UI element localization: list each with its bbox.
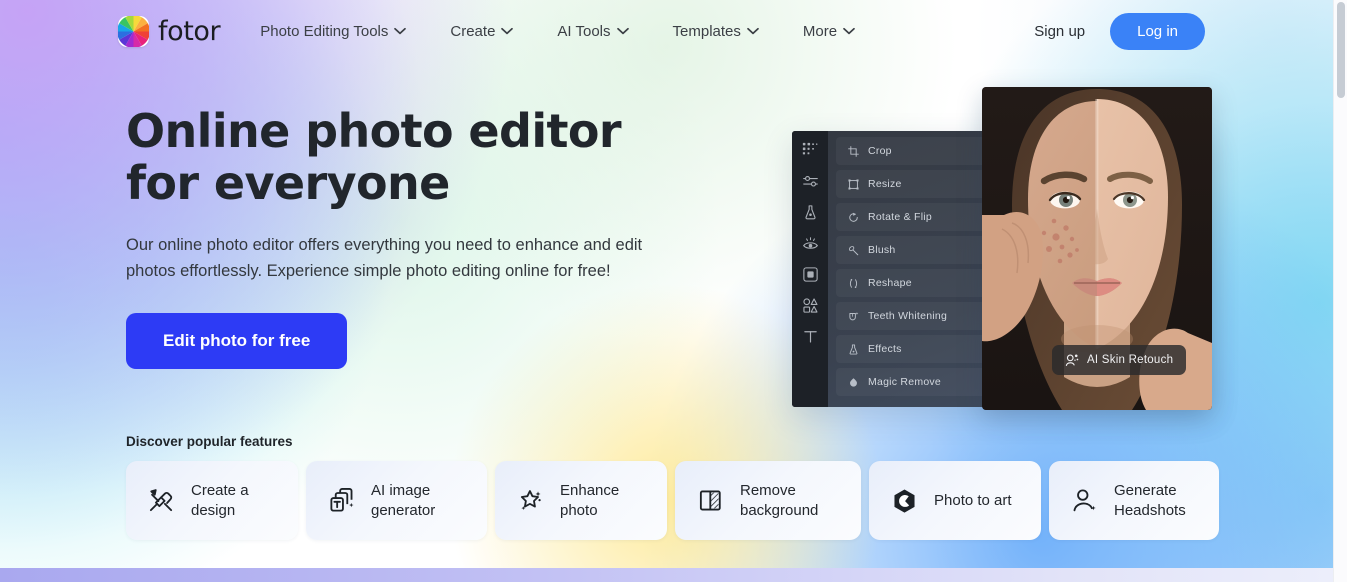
vertical-scrollbar[interactable] (1333, 0, 1347, 582)
chevron-down-icon (501, 27, 514, 35)
menu-item-label: Effects (868, 343, 902, 355)
features-section-label: Discover popular features (126, 434, 293, 449)
before-after-portrait-image: AI Skin Retouch (982, 87, 1212, 410)
feature-card-ai-image-generator[interactable]: AI image generator (306, 461, 487, 540)
chevron-down-icon (747, 27, 759, 35)
hero-subtitle: Our online photo editor offers everythin… (126, 236, 643, 280)
feature-card-enhance-photo[interactable]: Enhance photo (495, 461, 667, 540)
chevron-down-icon (394, 27, 407, 35)
rotate-icon (849, 212, 858, 222)
chevron-down-icon (843, 27, 855, 35)
feature-card-label: AI image generator (371, 481, 436, 519)
pencil-ruler-icon (149, 489, 173, 512)
nav-item-templates[interactable]: Templates (673, 23, 759, 40)
feature-card-label: Generate Headshots (1114, 481, 1186, 519)
menu-item-label: Teeth Whitening (868, 310, 948, 322)
remove-bg-icon (699, 490, 721, 511)
eye-icon[interactable] (802, 235, 819, 252)
resize-icon (848, 178, 859, 190)
menu-item-label: Reshape (868, 277, 912, 289)
nav-label: Photo Editing Tools (260, 22, 389, 40)
popular-features-card-row: Create a design AI image generator Enhan… (126, 461, 1219, 540)
menu-item-label: Crop (868, 145, 892, 157)
menu-item-label: Magic Remove (868, 376, 942, 388)
beauty-retouch-icon[interactable] (802, 204, 819, 221)
sliders-icon[interactable] (802, 173, 819, 190)
feature-card-label: Create a design (191, 481, 249, 519)
magic-remove-icon (850, 377, 857, 387)
headshot-icon (1073, 489, 1096, 512)
chevron-down-icon (616, 27, 629, 35)
nav-item-more[interactable]: More (803, 23, 855, 40)
ai-skin-retouch-icon (1065, 354, 1079, 366)
nav-item-photo-editing-tools[interactable]: Photo Editing Tools (260, 22, 407, 40)
menu-item-label: Blush (868, 244, 896, 256)
logo[interactable]: fotor (118, 15, 221, 47)
ai-skin-retouch-badge: AI Skin Retouch (1052, 345, 1187, 375)
photo-to-art-icon (894, 489, 915, 513)
feature-card-create-a-design[interactable]: Create a design (126, 461, 298, 540)
nav-label: Templates (672, 22, 741, 40)
grid-dots-icon[interactable] (802, 142, 819, 159)
effects-icon (849, 343, 858, 355)
fotor-color-wheel-logo-icon (118, 15, 149, 47)
feature-card-photo-to-art[interactable]: Photo to art (869, 461, 1041, 540)
blush-icon (848, 245, 859, 255)
sign-up-link[interactable]: Sign up (1034, 23, 1085, 40)
feature-card-label: Photo to art (934, 491, 1012, 509)
edit-photo-for-free-button[interactable]: Edit photo for free (126, 313, 348, 370)
site-header: fotor Photo Editing Tools Create AI Tool… (0, 0, 1333, 62)
crop-icon (848, 145, 859, 157)
teeth-icon (849, 311, 859, 320)
text-tool-icon[interactable] (802, 328, 819, 345)
feature-card-label: Enhance photo (560, 481, 620, 519)
feature-card-generate-headshots[interactable]: Generate Headshots (1049, 461, 1219, 540)
log-in-button[interactable]: Log in (1110, 12, 1205, 50)
nav-item-create[interactable]: Create (450, 22, 514, 40)
nav-label: AI Tools (557, 22, 611, 40)
logo-text: fotor (158, 15, 221, 47)
stickers-icon[interactable] (802, 297, 819, 314)
frame-icon[interactable] (802, 266, 819, 283)
page-title: Online photo editor for everyone (126, 104, 622, 210)
feature-card-remove-background[interactable]: Remove background (675, 461, 861, 540)
nav-label: Create (450, 22, 496, 40)
menu-item-label: Resize (868, 178, 902, 190)
reshape-icon (849, 278, 858, 288)
ai-image-cards-icon (330, 488, 354, 512)
scrollbar-thumb[interactable] (1337, 2, 1345, 98)
hero-copy: Online photo editor for everyone Our onl… (126, 104, 726, 370)
nav-label: More (802, 22, 838, 40)
magic-wand-icon (520, 490, 541, 511)
badge-label: AI Skin Retouch (1087, 354, 1174, 366)
nav-item-ai-tools[interactable]: AI Tools (557, 22, 629, 40)
feature-card-label: Remove background (740, 481, 819, 519)
page-bottom-gradient-strip (0, 568, 1333, 582)
menu-item-label: Rotate & Flip (868, 211, 932, 223)
editor-tool-rail (792, 131, 828, 407)
